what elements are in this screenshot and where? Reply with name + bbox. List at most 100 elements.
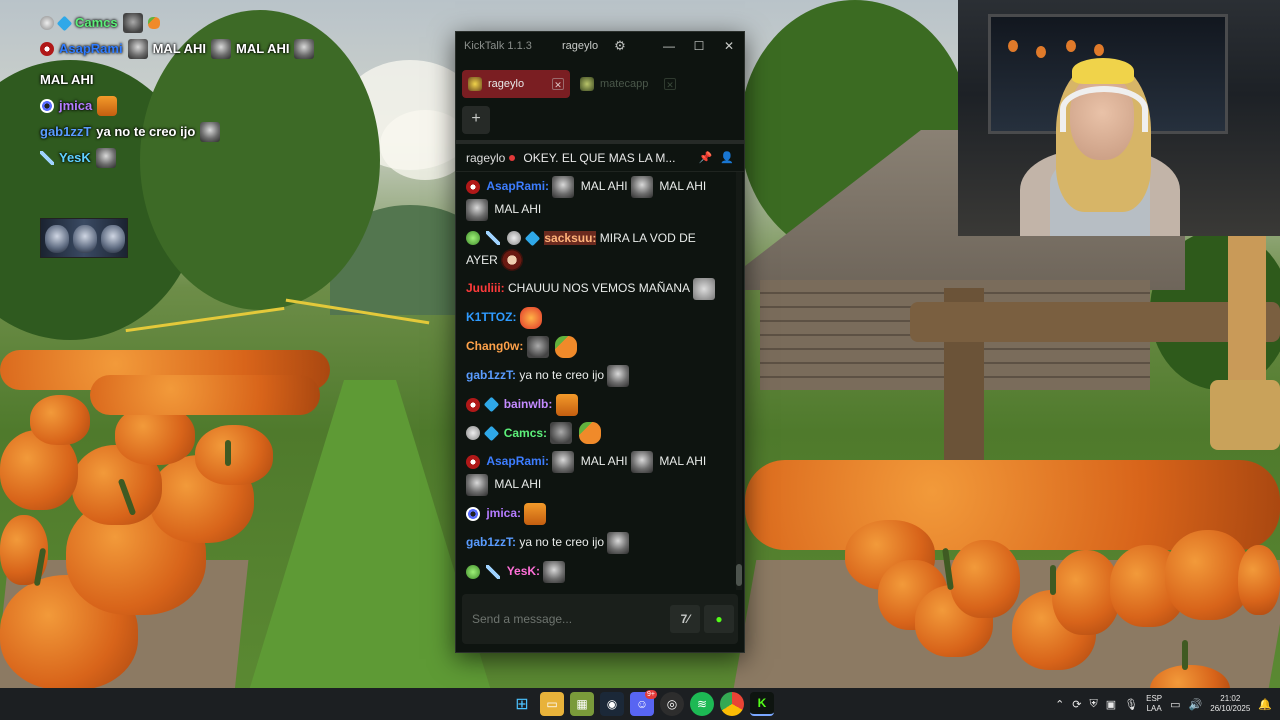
title-bar[interactable]: KickTalk 1.1.3 rageylo ⚙ — ☐ ✕ <box>456 32 744 60</box>
obs-icon[interactable]: ◎ <box>660 692 684 716</box>
discord-icon[interactable]: ☺ 9+ <box>630 690 657 716</box>
chevron-up-icon[interactable]: ⌃ <box>1055 698 1064 711</box>
wolf-emote-icon <box>200 122 221 142</box>
tab-rageylo[interactable]: rageylo ✕ <box>462 70 570 98</box>
chat-username[interactable]: sacksuu: <box>544 230 597 245</box>
user-icon[interactable]: 👤 <box>720 151 734 164</box>
wolf-emote-icon <box>95 148 116 168</box>
chat-username[interactable]: bainwlb: <box>504 397 553 411</box>
cake-emote-icon <box>555 393 578 416</box>
microphone-icon[interactable]: 🎙 <box>1124 698 1138 711</box>
minecraft-icon[interactable]: ▦ <box>570 692 594 716</box>
notification-bell-icon[interactable]: 🔔 <box>1258 698 1272 711</box>
wolf-emote-icon <box>211 39 232 59</box>
chat-username[interactable]: jmica: <box>486 506 521 520</box>
language-indicator[interactable]: ESP LAA <box>1146 694 1162 714</box>
spotify-icon[interactable]: ≋ <box>690 692 714 716</box>
subscriber-badge-icon <box>40 16 54 30</box>
notification-badge: 9+ <box>645 690 657 699</box>
chat-message[interactable]: gab1zzT: ya no te creo ijo <box>466 528 726 557</box>
eye-badge-icon <box>40 99 54 113</box>
chat-username[interactable]: AsapRami: <box>486 454 549 468</box>
steam-icon[interactable]: ◉ <box>600 692 624 716</box>
chat-message[interactable]: AsapRami: MAL AHI MAL AHI MAL AHI <box>466 447 726 499</box>
message-composer: 7⁄ ● <box>462 594 738 644</box>
volume-icon[interactable]: 🔊 <box>1189 698 1203 711</box>
chat-username[interactable]: gab1zzT: <box>466 368 516 382</box>
creature-face-icon <box>73 225 97 253</box>
pumpkin <box>1238 545 1280 615</box>
7tv-emote-button-icon[interactable]: 7⁄ <box>670 605 700 633</box>
wolf-emote-icon <box>552 451 575 474</box>
message-input[interactable] <box>472 612 670 626</box>
chat-message[interactable]: YesK: <box>466 557 726 586</box>
tab-label: matecapp <box>600 78 649 90</box>
chat-message[interactable]: Camcs: <box>466 419 726 448</box>
chat-message[interactable]: sacksuu: MIRA LA VOD DE AYER <box>466 224 726 275</box>
chat-username[interactable]: AsapRami: <box>486 179 549 193</box>
chat-message[interactable]: gab1zzT: ya no te creo ijo <box>466 361 726 390</box>
clock[interactable]: 21:02 26/10/2025 <box>1210 694 1250 714</box>
add-tab-button[interactable]: + <box>462 106 490 134</box>
close-tab-icon[interactable]: ✕ <box>552 78 564 90</box>
app-tray-icon[interactable]: ▣ <box>1106 698 1116 711</box>
diamond-badge-icon <box>484 396 500 413</box>
chat-message[interactable]: K1TTOZ: <box>466 303 726 332</box>
language-top: ESP <box>1146 694 1163 703</box>
carrot-emote-icon <box>578 422 601 445</box>
pinned-message[interactable]: rageylo OKEY. EL QUE MAS LA M... 📌 👤 <box>456 144 744 172</box>
file-explorer-icon[interactable]: ▭ <box>540 692 564 716</box>
close-tab-icon[interactable]: ✕ <box>664 78 676 90</box>
defender-icon[interactable]: ⛨ <box>1090 698 1098 711</box>
hay-bale <box>1210 380 1280 450</box>
overlay-username: gab1zzT <box>40 124 92 139</box>
stream-chat-overlay: Camcs AsapRami MAL AHI MAL AHI MAL AHI j… <box>40 10 360 258</box>
overlay-text: MAL AHI <box>152 41 207 56</box>
chat-username[interactable]: Camcs: <box>504 426 547 440</box>
channel-avatar <box>580 77 594 91</box>
diamond-badge-icon <box>484 425 500 442</box>
windows-start-icon[interactable]: ⊞ <box>510 692 534 716</box>
chat-message[interactable]: bainwlb: <box>466 390 726 419</box>
monitor-icon[interactable]: ▭ <box>1170 698 1180 711</box>
kicktalk-icon[interactable]: K <box>750 692 774 716</box>
tab-matecapp[interactable]: matecapp ✕ <box>574 70 682 98</box>
chat-username[interactable]: Juuliii: <box>466 281 505 295</box>
minimize-button[interactable]: — <box>654 39 684 53</box>
chat-message[interactable]: AsapRami: MAL AHI MAL AHI MAL AHI <box>466 172 726 224</box>
decoration <box>1066 40 1076 52</box>
window-controls: — ☐ ✕ <box>654 39 744 53</box>
chat-message[interactable]: Chang0w: <box>466 332 726 361</box>
mask-emote-icon <box>526 335 549 358</box>
chat-scrollbar[interactable] <box>736 172 742 590</box>
overlay-username: Camcs <box>75 15 118 30</box>
chat-username[interactable]: YesK: <box>507 564 540 578</box>
maximize-button[interactable]: ☐ <box>684 39 714 53</box>
streamer-cap <box>1072 58 1134 84</box>
wolf-emote-icon <box>630 175 653 198</box>
chat-message[interactable]: jmica: <box>466 499 726 528</box>
clock-date: 26/10/2025 <box>1210 704 1251 713</box>
decoration <box>1036 46 1046 58</box>
chat-messages[interactable]: AsapRami: MAL AHI MAL AHI MAL AHI sacksu… <box>456 172 744 590</box>
close-button[interactable]: ✕ <box>714 39 744 53</box>
chat-username[interactable]: gab1zzT: <box>466 535 516 549</box>
cake-emote-icon <box>97 96 118 116</box>
webcam-feed <box>958 0 1280 236</box>
sync-icon[interactable]: ⟳ <box>1072 698 1081 711</box>
gear-icon[interactable]: ⚙ <box>614 38 626 54</box>
chrome-icon[interactable] <box>720 692 744 716</box>
kick-emote-button-icon[interactable]: ● <box>704 605 734 633</box>
current-user[interactable]: rageylo <box>556 40 604 52</box>
chat-username[interactable]: K1TTOZ: <box>466 310 516 324</box>
creature-face-icon <box>45 225 69 253</box>
diamond-badge-icon <box>524 230 541 247</box>
overlay-username: AsapRami <box>59 41 123 56</box>
overlay-username: YesK <box>59 150 91 165</box>
scrollbar-thumb[interactable] <box>736 564 742 586</box>
chat-username[interactable]: Chang0w: <box>466 339 523 353</box>
pin-icon[interactable]: 📌 <box>699 151 713 164</box>
chat-message[interactable]: Juuliii: CHAUUU NOS VEMOS MAÑANA <box>466 274 726 303</box>
tab-label: rageylo <box>488 78 525 90</box>
stem <box>1050 565 1056 595</box>
